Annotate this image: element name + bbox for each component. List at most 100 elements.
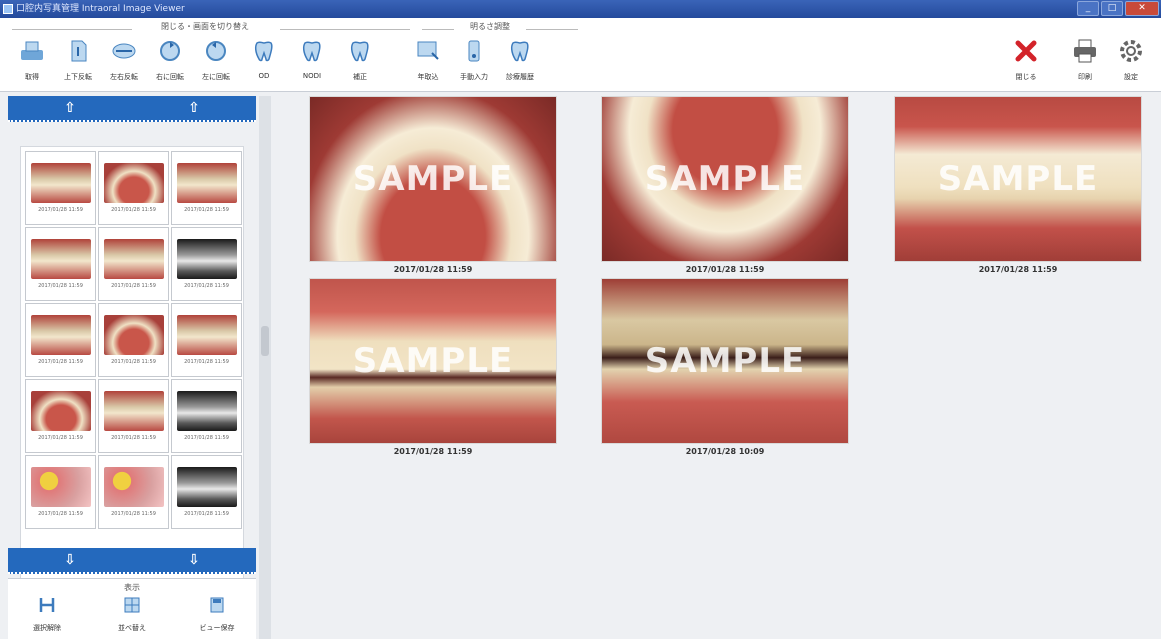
thumbnail-item[interactable]: 2017/01/28 11:59 — [171, 455, 242, 529]
thumbnail-caption: 2017/01/28 11:59 — [184, 435, 229, 441]
image-viewer: SAMPLE 2017/01/28 11:59 SAMPLE 2017/01/28 1… — [272, 92, 1161, 639]
thumbnail-item[interactable]: 2017/01/28 11:59 — [25, 379, 96, 453]
thumbnail-item[interactable]: 2017/01/28 11:59 — [171, 303, 242, 377]
thumbnail-image — [103, 315, 164, 355]
photo-lower-arch[interactable]: SAMPLE — [601, 96, 849, 262]
toolbar-button-tooth-nodi[interactable]: NODI — [294, 36, 330, 86]
thumbnail-item[interactable]: 2017/01/28 11:59 — [98, 227, 169, 301]
minimize-button[interactable]: _ — [1077, 1, 1099, 16]
settings-button[interactable]: 設定 — [1113, 36, 1149, 86]
thumbnail-image — [103, 391, 164, 431]
thumbnail-caption: 2017/01/28 11:59 — [111, 359, 156, 365]
toolbar-button-label: NODI — [302, 72, 322, 80]
thumbnail-image — [176, 239, 237, 279]
toolbar-button-label: 右に回転 — [156, 73, 184, 81]
photo-front[interactable]: SAMPLE — [894, 96, 1142, 262]
toolbar-button-import[interactable]: 年取込 — [410, 36, 446, 86]
thumbnail-item[interactable]: 2017/01/28 11:59 — [171, 151, 242, 225]
tooth-adjust-icon — [345, 36, 375, 66]
sample-watermark: SAMPLE — [644, 159, 806, 199]
thumbnail-image — [103, 163, 164, 203]
save-view-button[interactable]: ビュー保存 — [182, 595, 252, 633]
app-icon — [3, 4, 13, 14]
toolbar-button-rotate-left[interactable]: 左に回転 — [198, 36, 234, 86]
thumbnail-item[interactable]: 2017/01/28 11:59 — [25, 227, 96, 301]
thumbnail-image — [30, 239, 91, 279]
thumbnail-caption: 2017/01/28 11:59 — [38, 207, 83, 213]
tooth-nodi-icon — [297, 36, 327, 66]
grid-button[interactable]: 並べ替え — [97, 595, 167, 633]
toolbar-button-label: 補正 — [353, 73, 367, 81]
toolbar-button-label: 左に回転 — [202, 73, 230, 81]
sample-watermark: SAMPLE — [644, 341, 806, 381]
thumbnail-caption: 2017/01/28 11:59 — [184, 359, 229, 365]
thumbnail-image — [30, 315, 91, 355]
deselect-icon — [37, 595, 57, 619]
scroll-down-button[interactable]: ⇩ — [8, 548, 132, 572]
scroll-up-bar: ⇧ ⇧ — [8, 96, 256, 122]
thumbnail-item[interactable]: 2017/01/28 11:59 — [25, 455, 96, 529]
toolbar-button-scanner[interactable]: 取得 — [14, 36, 50, 86]
photo-left-side[interactable]: SAMPLE — [601, 278, 849, 444]
thumbnail-item[interactable]: 2017/01/28 11:59 — [98, 455, 169, 529]
thumbnail-caption: 2017/01/28 11:59 — [184, 511, 229, 517]
thumbnail-item[interactable]: 2017/01/28 11:59 — [25, 303, 96, 377]
scroll-down-button[interactable]: ⇩ — [132, 548, 256, 572]
photo-timestamp: 2017/01/28 11:59 — [978, 265, 1058, 274]
tool-label: 選択解除 — [33, 624, 61, 632]
history-icon — [505, 36, 535, 66]
printer-button[interactable]: 印刷 — [1067, 36, 1103, 86]
thumbnail-item[interactable]: 2017/01/28 11:59 — [98, 379, 169, 453]
thumbnail-caption: 2017/01/28 11:59 — [111, 207, 156, 213]
thumbnail-item[interactable]: 2017/01/28 11:59 — [171, 227, 242, 301]
scroll-down-bar: ⇩ ⇩ — [8, 548, 256, 574]
toolbar-button-flip-horizontal[interactable]: 左右反転 — [106, 36, 142, 86]
close-button[interactable]: 閉じる — [1008, 36, 1044, 86]
rotate-left-icon — [201, 36, 231, 66]
scrollbar-thumb[interactable] — [261, 326, 269, 356]
photo-timestamp: 2017/01/28 10:09 — [685, 447, 765, 456]
scroll-up-button[interactable]: ⇧ — [8, 96, 132, 120]
printer-icon — [1070, 36, 1100, 66]
maximize-button[interactable]: □ — [1101, 1, 1123, 16]
deselect-button[interactable]: 選択解除 — [12, 595, 82, 633]
thumbnail-caption: 2017/01/28 11:59 — [111, 283, 156, 289]
scroll-up-button[interactable]: ⇧ — [132, 96, 256, 120]
toolbar-button-label: 設定 — [1124, 73, 1138, 81]
toolbar-button-label: 閉じる — [1015, 73, 1037, 81]
thumbnail-caption: 2017/01/28 11:59 — [111, 511, 156, 517]
toolbar-button-rotate-right[interactable]: 右に回転 — [152, 36, 188, 86]
toolbar-button-manual-input[interactable]: 手動入力 — [456, 36, 492, 86]
thumbnail-caption: 2017/01/28 11:59 — [184, 207, 229, 213]
toolbar-button-label: OD — [258, 72, 270, 80]
tool-label: ビュー保存 — [199, 624, 235, 632]
tooth-od-icon — [249, 36, 279, 66]
manual-input-icon — [459, 36, 489, 66]
thumbnail-panel: ⇧ ⇧ 2017/01/28 11:59 2017/01/28 11:59 2017… — [8, 96, 271, 639]
toolbar-button-label: 左右反転 — [110, 73, 138, 81]
toolbar-button-label: 診療履歴 — [506, 73, 534, 81]
photo-upper-arch[interactable]: SAMPLE — [309, 96, 557, 262]
toolbar-button-tooth-od[interactable]: OD — [246, 36, 282, 86]
thumbnail-item[interactable]: 2017/01/28 11:59 — [25, 151, 96, 225]
thumbnail-item[interactable]: 2017/01/28 11:59 — [98, 151, 169, 225]
toolbar-button-tooth-adjust[interactable]: 補正 — [342, 36, 378, 86]
thumbnail-caption: 2017/01/28 11:59 — [38, 283, 83, 289]
thumbnail-image — [30, 391, 91, 431]
toolbar-button-history[interactable]: 診療履歴 — [502, 36, 538, 86]
thumbnail-image — [176, 315, 237, 355]
toolbar-button-label: 手動入力 — [460, 73, 488, 81]
group-label-display: 閉じる・画面を切り替え — [161, 22, 249, 31]
thumbnail-caption: 2017/01/28 11:59 — [38, 359, 83, 365]
group-label-brightness: 明るさ調整 — [470, 22, 510, 31]
panel-scrollbar[interactable] — [259, 96, 271, 639]
photo-timestamp: 2017/01/28 11:59 — [393, 447, 473, 456]
toolbar-button-label: 上下反転 — [64, 73, 92, 81]
thumbnail-item[interactable]: 2017/01/28 11:59 — [98, 303, 169, 377]
sample-watermark: SAMPLE — [352, 341, 514, 381]
photo-right-side[interactable]: SAMPLE — [309, 278, 557, 444]
thumbnail-caption: 2017/01/28 11:59 — [38, 511, 83, 517]
thumbnail-item[interactable]: 2017/01/28 11:59 — [171, 379, 242, 453]
window-close-button[interactable]: ✕ — [1125, 1, 1159, 16]
toolbar-button-flip-vertical[interactable]: 上下反転 — [60, 36, 96, 86]
